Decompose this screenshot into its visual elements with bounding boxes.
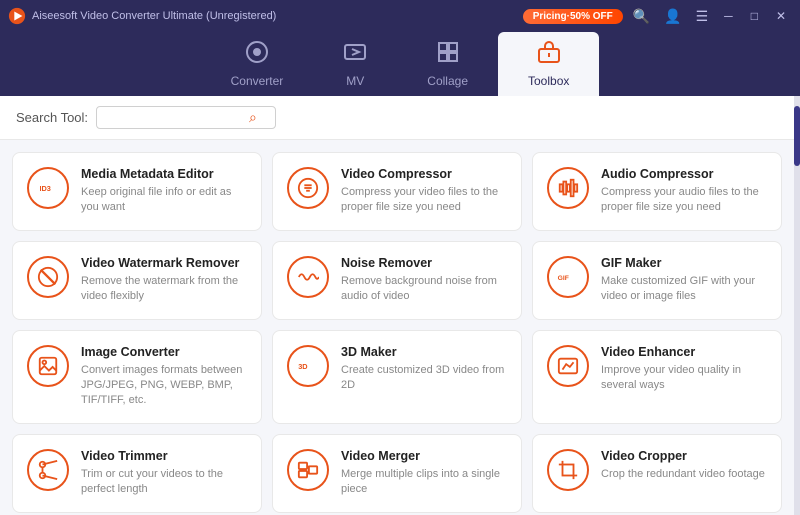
video-merger-desc: Merge multiple clips into a single piece [341, 467, 507, 498]
tools-grid: ID3 Media Metadata Editor Keep original … [12, 152, 782, 513]
image-converter-desc: Convert images formats between JPG/JPEG,… [81, 363, 247, 409]
maximize-button[interactable]: □ [745, 7, 764, 25]
video-watermark-remover-name: Video Watermark Remover [81, 256, 247, 270]
title-bar-right: Pricing·50% OFF 🔍 👤 ☰ ─ □ ✕ [523, 6, 792, 27]
video-watermark-remover-info: Video Watermark Remover Remove the water… [81, 256, 247, 305]
audio-compressor-name: Audio Compressor [601, 167, 767, 181]
tab-converter-label: Converter [231, 74, 284, 88]
svg-text:GIF: GIF [558, 275, 569, 282]
close-button[interactable]: ✕ [770, 7, 792, 25]
video-merger-name: Video Merger [341, 449, 507, 463]
tab-mv[interactable]: MV [313, 32, 397, 96]
audio-compressor-desc: Compress your audio files to the proper … [601, 185, 767, 216]
minimize-button[interactable]: ─ [718, 7, 739, 25]
video-merger-icon [287, 449, 329, 491]
search-input-wrap: ⌕ [96, 106, 276, 129]
scrollbar-thumb[interactable] [794, 106, 800, 166]
media-metadata-editor-desc: Keep original file info or edit as you w… [81, 185, 247, 216]
tab-collage[interactable]: Collage [397, 32, 498, 96]
audio-compressor-icon [547, 167, 589, 209]
pricing-button[interactable]: Pricing·50% OFF [523, 9, 623, 24]
search-icon[interactable]: 🔍 [629, 6, 654, 27]
noise-remover-name: Noise Remover [341, 256, 507, 270]
media-metadata-editor-info: Media Metadata Editor Keep original file… [81, 167, 247, 216]
3d-maker-desc: Create customized 3D video from 2D [341, 363, 507, 394]
user-icon[interactable]: 👤 [660, 6, 685, 27]
audio-compressor-info: Audio Compressor Compress your audio fil… [601, 167, 767, 216]
video-enhancer-icon [547, 345, 589, 387]
gif-maker-icon: GIF [547, 256, 589, 298]
video-compressor-icon [287, 167, 329, 209]
media-metadata-editor-name: Media Metadata Editor [81, 167, 247, 181]
noise-remover-icon [287, 256, 329, 298]
video-cropper-icon [547, 449, 589, 491]
gif-maker-info: GIF Maker Make customized GIF with your … [601, 256, 767, 305]
tool-card-video-trimmer[interactable]: Video Trimmer Trim or cut your videos to… [12, 434, 262, 513]
image-converter-icon [27, 345, 69, 387]
video-cropper-info: Video Cropper Crop the redundant video f… [601, 449, 767, 482]
tool-card-media-metadata-editor[interactable]: ID3 Media Metadata Editor Keep original … [12, 152, 262, 231]
video-enhancer-name: Video Enhancer [601, 345, 767, 359]
menu-icon[interactable]: ☰ [692, 6, 713, 27]
media-metadata-editor-icon: ID3 [27, 167, 69, 209]
search-bar: Search Tool: ⌕ [0, 96, 794, 140]
video-cropper-desc: Crop the redundant video footage [601, 467, 767, 482]
image-converter-name: Image Converter [81, 345, 247, 359]
tool-card-video-merger[interactable]: Video Merger Merge multiple clips into a… [272, 434, 522, 513]
gif-maker-desc: Make customized GIF with your video or i… [601, 274, 767, 305]
video-trimmer-name: Video Trimmer [81, 449, 247, 463]
video-compressor-info: Video Compressor Compress your video fil… [341, 167, 507, 216]
tool-card-video-enhancer[interactable]: Video Enhancer Improve your video qualit… [532, 330, 782, 424]
image-converter-info: Image Converter Convert images formats b… [81, 345, 247, 409]
noise-remover-info: Noise Remover Remove background noise fr… [341, 256, 507, 305]
video-cropper-name: Video Cropper [601, 449, 767, 463]
3d-maker-icon: 3D [287, 345, 329, 387]
tool-card-gif-maker[interactable]: GIF GIF Maker Make customized GIF with y… [532, 241, 782, 320]
video-trimmer-desc: Trim or cut your videos to the perfect l… [81, 467, 247, 498]
tab-converter[interactable]: Converter [201, 32, 314, 96]
video-compressor-name: Video Compressor [341, 167, 507, 181]
nav-tabs: Converter MV Collage [0, 32, 800, 96]
tab-toolbox-label: Toolbox [528, 74, 569, 88]
video-trimmer-info: Video Trimmer Trim or cut your videos to… [81, 449, 247, 498]
mv-icon [343, 40, 367, 70]
tab-collage-label: Collage [427, 74, 468, 88]
tab-mv-label: MV [346, 74, 364, 88]
search-magnifier-icon: ⌕ [249, 109, 257, 126]
tool-card-audio-compressor[interactable]: Audio Compressor Compress your audio fil… [532, 152, 782, 231]
video-watermark-remover-icon [27, 256, 69, 298]
tool-card-3d-maker[interactable]: 3D 3D Maker Create customized 3D video f… [272, 330, 522, 424]
video-compressor-desc: Compress your video files to the proper … [341, 185, 507, 216]
gif-maker-name: GIF Maker [601, 256, 767, 270]
tool-card-video-watermark-remover[interactable]: Video Watermark Remover Remove the water… [12, 241, 262, 320]
svg-text:ID3: ID3 [39, 184, 50, 193]
svg-text:3D: 3D [298, 362, 307, 371]
collage-icon [436, 40, 460, 70]
main-content: Search Tool: ⌕ ID3 Media Metadata Editor… [0, 96, 800, 515]
tool-card-image-converter[interactable]: Image Converter Convert images formats b… [12, 330, 262, 424]
tools-grid-container: ID3 Media Metadata Editor Keep original … [0, 140, 794, 515]
title-bar-left: Aiseesoft Video Converter Ultimate (Unre… [8, 7, 276, 25]
video-trimmer-icon [27, 449, 69, 491]
tool-card-video-compressor[interactable]: Video Compressor Compress your video fil… [272, 152, 522, 231]
3d-maker-name: 3D Maker [341, 345, 507, 359]
video-enhancer-info: Video Enhancer Improve your video qualit… [601, 345, 767, 394]
app-logo-icon [8, 7, 26, 25]
video-watermark-remover-desc: Remove the watermark from the video flex… [81, 274, 247, 305]
search-label: Search Tool: [16, 110, 88, 125]
tool-card-noise-remover[interactable]: Noise Remover Remove background noise fr… [272, 241, 522, 320]
video-merger-info: Video Merger Merge multiple clips into a… [341, 449, 507, 498]
tool-card-video-cropper[interactable]: Video Cropper Crop the redundant video f… [532, 434, 782, 513]
scrollbar-track[interactable] [794, 96, 800, 515]
3d-maker-info: 3D Maker Create customized 3D video from… [341, 345, 507, 394]
converter-icon [245, 40, 269, 70]
toolbox-icon [537, 40, 561, 70]
video-enhancer-desc: Improve your video quality in several wa… [601, 363, 767, 394]
search-input[interactable] [105, 111, 245, 125]
noise-remover-desc: Remove background noise from audio of vi… [341, 274, 507, 305]
title-bar: Aiseesoft Video Converter Ultimate (Unre… [0, 0, 800, 32]
app-title: Aiseesoft Video Converter Ultimate (Unre… [32, 10, 276, 22]
tab-toolbox[interactable]: Toolbox [498, 32, 599, 96]
